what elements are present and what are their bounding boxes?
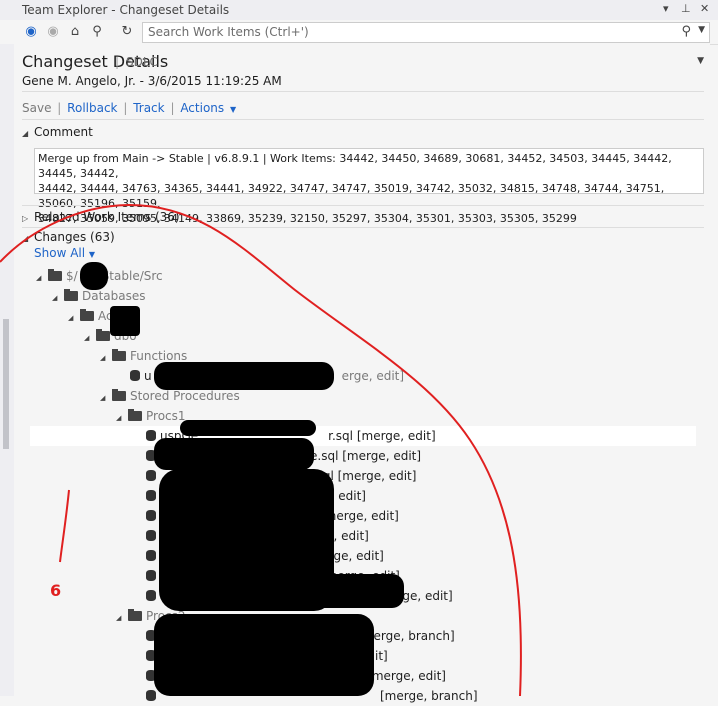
annotation-circle-stroke	[0, 203, 522, 696]
hand-drawn-annotation: 6	[0, 203, 522, 696]
annotation-label: 6	[50, 581, 61, 600]
annotation-tick-stroke	[59, 489, 70, 563]
